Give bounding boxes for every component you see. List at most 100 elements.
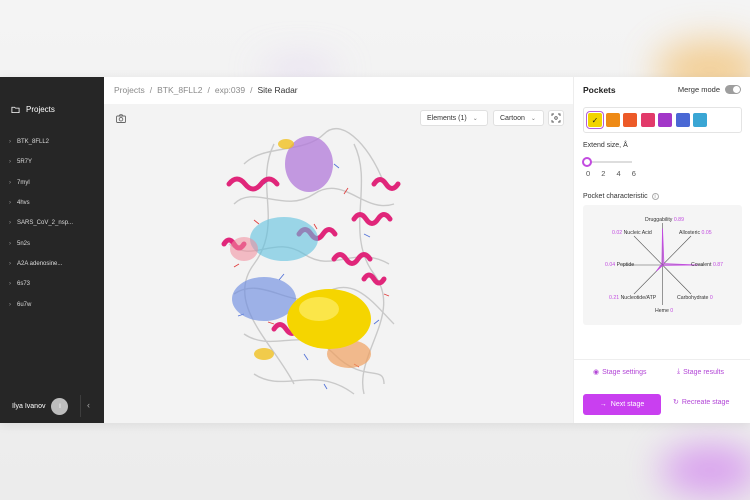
- fit-view-icon[interactable]: [548, 110, 564, 126]
- breadcrumb-separator: /: [149, 85, 153, 95]
- sidebar-item[interactable]: › 4hvs: [9, 193, 100, 213]
- download-icon: ⤓: [677, 368, 681, 375]
- radar-label-druggability: Druggability 0.89: [645, 217, 684, 223]
- stage-settings-label: Stage settings: [602, 368, 647, 376]
- divider: [574, 359, 750, 360]
- sidebar-item[interactable]: › 5n2s: [9, 233, 100, 253]
- sidebar-item-label: 5R7Y: [17, 159, 33, 166]
- collapse-sidebar-icon[interactable]: ‹: [87, 400, 90, 410]
- folder-icon: [11, 106, 20, 114]
- check-icon: ✓: [591, 115, 599, 125]
- pocket-color-swatch[interactable]: [605, 113, 620, 127]
- sidebar-item[interactable]: › 5R7Y: [9, 152, 100, 172]
- style-dropdown-label: Cartoon: [500, 114, 525, 122]
- chevron-down-icon: ⌄: [530, 115, 536, 122]
- pocket-color-swatch[interactable]: [640, 113, 655, 127]
- pocket-characteristic-label: Pocket characteristic i: [583, 193, 659, 200]
- app-window: Projects › BTK_8FLL2 › 5R7Y › 7myl › 4hvs › SARS_…: [0, 77, 750, 423]
- sidebar-item-label: A2A adenosine...: [17, 260, 63, 267]
- chevron-right-icon: ›: [9, 260, 11, 267]
- chevron-right-icon: ›: [9, 240, 11, 247]
- pocket-color-swatch[interactable]: [675, 113, 690, 127]
- radar-label-heme: Heme 0: [655, 308, 674, 314]
- eye-icon: ◉: [593, 369, 600, 376]
- breadcrumb-item: Site Radar: [257, 85, 298, 95]
- slider-tick-label: 0: [586, 169, 591, 178]
- breadcrumb-separator: /: [250, 85, 253, 95]
- next-stage-label: Next stage: [610, 401, 645, 408]
- extend-size-label: Extend size, Å: [583, 142, 628, 149]
- protein-structure: [221, 127, 401, 395]
- radar-chart: Druggability 0.89 Allosteric 0.05 Covale…: [583, 205, 742, 325]
- user-name: Ilya Ivanov: [12, 403, 46, 410]
- arrow-right-icon: →: [599, 401, 607, 408]
- user-profile[interactable]: Ilya Ivanov I: [12, 398, 69, 415]
- main-area: Projects / BTK_8FLL2 / exp:039 / Site Radar El…: [104, 77, 573, 423]
- sidebar-item-label: 6u7w: [17, 301, 32, 308]
- stage-results-label: Stage results: [683, 368, 724, 376]
- chevron-right-icon: ›: [9, 179, 11, 186]
- recreate-stage-label: Recreate stage: [681, 398, 730, 406]
- slider-tick-label: 2: [601, 169, 606, 178]
- project-list: › BTK_8FLL2 › 5R7Y › 7myl › 4hvs › SARS_CoV_2_nsp…: [9, 132, 100, 315]
- pocket-swatches: ✓: [583, 107, 742, 133]
- sidebar-title-label: Projects: [26, 105, 55, 114]
- breadcrumb-item[interactable]: exp:039: [215, 85, 245, 95]
- chevron-right-icon: ›: [9, 281, 11, 288]
- radar-label-covalent: Covalent 0.87: [691, 262, 724, 268]
- slider-tick-label: 6: [631, 169, 636, 178]
- sidebar-item[interactable]: › A2A adenosine...: [9, 254, 100, 274]
- radar-label-carbohydrate: Carbohydrate 0: [677, 295, 713, 301]
- sidebar-item-label: 4hvs: [17, 200, 30, 207]
- slider-handle[interactable]: [582, 157, 592, 167]
- sidebar-item[interactable]: › 7myl: [9, 173, 100, 193]
- chevron-right-icon: ›: [9, 159, 11, 166]
- refresh-icon: ↻: [673, 399, 679, 406]
- avatar: I: [51, 398, 69, 415]
- merge-mode-label: Merge mode: [677, 85, 720, 94]
- elements-dropdown[interactable]: Elements (1) ⌄: [420, 110, 488, 126]
- panel-title: Pockets: [583, 85, 616, 95]
- next-stage-button[interactable]: → Next stage: [583, 394, 661, 415]
- molecule-viewer[interactable]: Elements (1) ⌄ Cartoon ⌄: [104, 104, 573, 423]
- pocket-color-swatch[interactable]: [623, 113, 637, 127]
- pockets-panel: Pockets Merge mode ✓ Extend size, Å 0 2 4 6…: [573, 77, 750, 423]
- merge-mode[interactable]: Merge mode: [678, 85, 741, 94]
- radar-label-nucleic-acid: 0.02 Nucleic Acid: [612, 230, 652, 236]
- slider-tick-label: 4: [616, 169, 621, 178]
- sidebar-item[interactable]: › 6s73: [9, 274, 100, 294]
- pocket-color-swatch[interactable]: [693, 113, 707, 127]
- radar-label-allosteric: Allosteric 0.05: [679, 230, 712, 236]
- info-icon[interactable]: i: [651, 193, 659, 200]
- sidebar-item[interactable]: › BTK_8FLL2: [9, 132, 100, 152]
- sidebar-item-label: 5n2s: [17, 240, 31, 247]
- breadcrumb: Projects / BTK_8FLL2 / exp:039 / Site Radar: [114, 85, 298, 95]
- sidebar-item[interactable]: › SARS_CoV_2_nsp...: [9, 213, 100, 233]
- stage-settings-link[interactable]: ◉ Stage settings: [593, 368, 647, 377]
- pocket-color-swatch[interactable]: [658, 113, 672, 127]
- sidebar-item-label: 7myl: [17, 179, 30, 186]
- breadcrumb-item[interactable]: BTK_8FLL2: [157, 85, 202, 95]
- recreate-stage-button[interactable]: ↻ Recreate stage: [673, 398, 730, 407]
- sidebar-title[interactable]: Projects: [11, 105, 55, 114]
- radar-label-nucleotide: 0.21 Nucleotide/ATP: [609, 295, 657, 301]
- breadcrumb-item[interactable]: Projects: [114, 85, 145, 95]
- camera-icon[interactable]: [114, 112, 127, 125]
- chevron-down-icon: ⌄: [472, 115, 478, 122]
- chevron-right-icon: ›: [9, 200, 11, 207]
- elements-dropdown-label: Elements (1): [427, 114, 467, 122]
- radar-label-peptide: 0.04 Peptide: [605, 262, 635, 268]
- stage-results-link[interactable]: ⤓ Stage results: [677, 368, 724, 376]
- chevron-right-icon: ›: [9, 301, 11, 308]
- pocket-color-swatch[interactable]: ✓: [586, 111, 604, 129]
- sidebar-item-label: 6s73: [17, 281, 31, 288]
- chevron-right-icon: ›: [9, 139, 11, 146]
- merge-mode-toggle[interactable]: [725, 85, 741, 94]
- style-dropdown[interactable]: Cartoon ⌄: [493, 110, 544, 126]
- sidebar-item-label: BTK_8FLL2: [17, 139, 50, 146]
- breadcrumb-separator: /: [207, 85, 210, 95]
- sidebar-item[interactable]: › 6u7w: [9, 294, 100, 314]
- pocket-characteristic-text: Pocket characteristic: [583, 193, 648, 200]
- divider: [80, 395, 81, 417]
- extend-size-slider[interactable]: [582, 157, 632, 167]
